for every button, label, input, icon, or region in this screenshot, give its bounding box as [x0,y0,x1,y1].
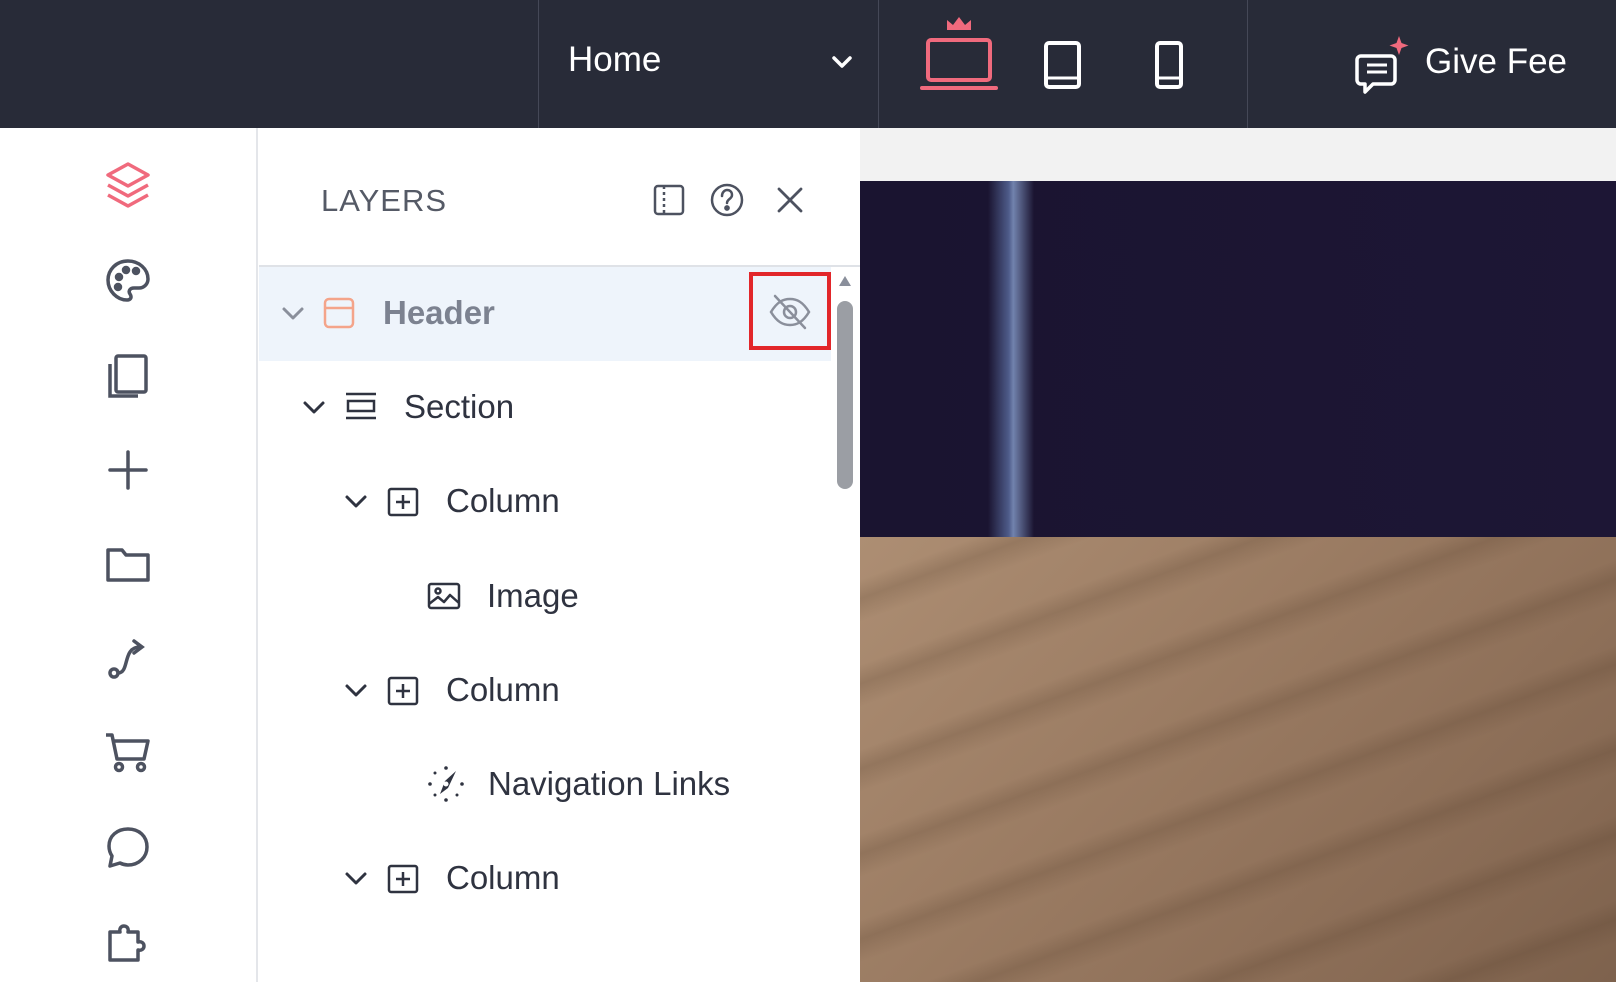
layers-panel: LAYERS Header Section Column Image Colum… [259,128,860,982]
layers-icon [100,162,156,218]
pages-icon [100,354,156,408]
layer-label: Section [404,388,515,425]
page-selector-label: Home [568,40,662,79]
layer-label: Header [383,294,495,331]
sidebar-add-button[interactable] [100,442,156,498]
comment-icon [100,827,156,880]
sand-dunes-image [860,537,1616,982]
sidebar-workflow-button[interactable] [100,631,156,687]
sidebar-apps-button[interactable] [100,914,156,970]
layer-label: Column [446,859,560,896]
puzzle-icon [100,924,156,974]
layer-row-column[interactable]: Column [259,832,831,926]
layer-row-section[interactable]: Section [259,361,831,455]
dock-panel-button[interactable] [649,180,689,220]
column-icon [385,483,421,524]
layer-row-column[interactable]: Column [259,455,831,549]
navigation-icon [426,766,466,807]
chevron-down-icon[interactable] [344,679,368,708]
sidebar-pages-button[interactable] [100,348,156,404]
header-icon [321,295,357,336]
chevron-down-icon [830,50,854,79]
toolbar-divider [878,0,879,128]
section-icon [343,389,379,430]
laptop-crown-icon [916,17,1002,98]
top-toolbar: Home Give Fee [0,0,1616,128]
layer-row-image[interactable]: Image [259,550,831,644]
layer-label: Column [446,482,560,519]
palette-icon [100,259,156,313]
sidebar-styles-button[interactable] [100,253,156,309]
sidebar-store-button[interactable] [100,725,156,781]
device-mobile-button[interactable] [1152,40,1186,90]
sidebar-layers-button[interactable] [100,158,156,214]
page-selector[interactable]: Home [540,0,878,128]
left-sidebar [0,128,258,982]
toolbar-divider [1247,0,1248,128]
header-background-image [860,181,1616,537]
layer-row-column[interactable]: Column [259,644,831,738]
layers-scrollbar[interactable] [832,268,858,982]
scrollbar-thumb[interactable] [837,301,853,489]
tablet-icon [1042,41,1084,94]
workflow-icon [100,639,156,691]
layer-label: Column [446,671,560,708]
sidebar-comments-button[interactable] [100,820,156,876]
device-desktop-button[interactable] [916,14,1002,94]
layer-row-navigation-links[interactable]: Navigation Links [259,738,831,832]
dock-panel-icon [649,184,689,224]
chevron-down-icon[interactable] [344,867,368,896]
scroll-up-arrow-icon[interactable] [838,274,852,292]
add-icon [100,450,156,502]
editor-canvas[interactable] [860,128,1616,982]
layer-row-header[interactable]: Header [259,267,831,361]
folder-icon [100,548,156,596]
cart-icon [100,733,156,785]
image-icon [426,578,462,619]
layer-label: Image [487,577,579,614]
give-feedback-button[interactable]: Give Fee [1355,30,1616,100]
device-tablet-button[interactable] [1042,40,1084,90]
sidebar-media-button[interactable] [100,536,156,592]
column-icon [385,860,421,901]
chevron-down-icon[interactable] [302,396,326,425]
chevron-down-icon[interactable] [344,490,368,519]
help-button[interactable] [707,180,747,220]
feedback-sparkle-icon [1355,34,1415,103]
panel-title: LAYERS [321,183,448,218]
help-icon [707,183,747,224]
feedback-label: Give Fee [1425,42,1567,81]
layer-label: Navigation Links [488,765,731,802]
chevron-down-icon[interactable] [281,302,305,331]
toolbar-divider [538,0,539,128]
close-icon [770,187,810,224]
toggle-visibility-button[interactable] [749,272,831,350]
phone-icon [1152,41,1186,94]
column-icon [385,672,421,713]
eye-off-icon [767,291,813,338]
close-panel-button[interactable] [770,180,810,220]
light-streak [988,181,1034,537]
